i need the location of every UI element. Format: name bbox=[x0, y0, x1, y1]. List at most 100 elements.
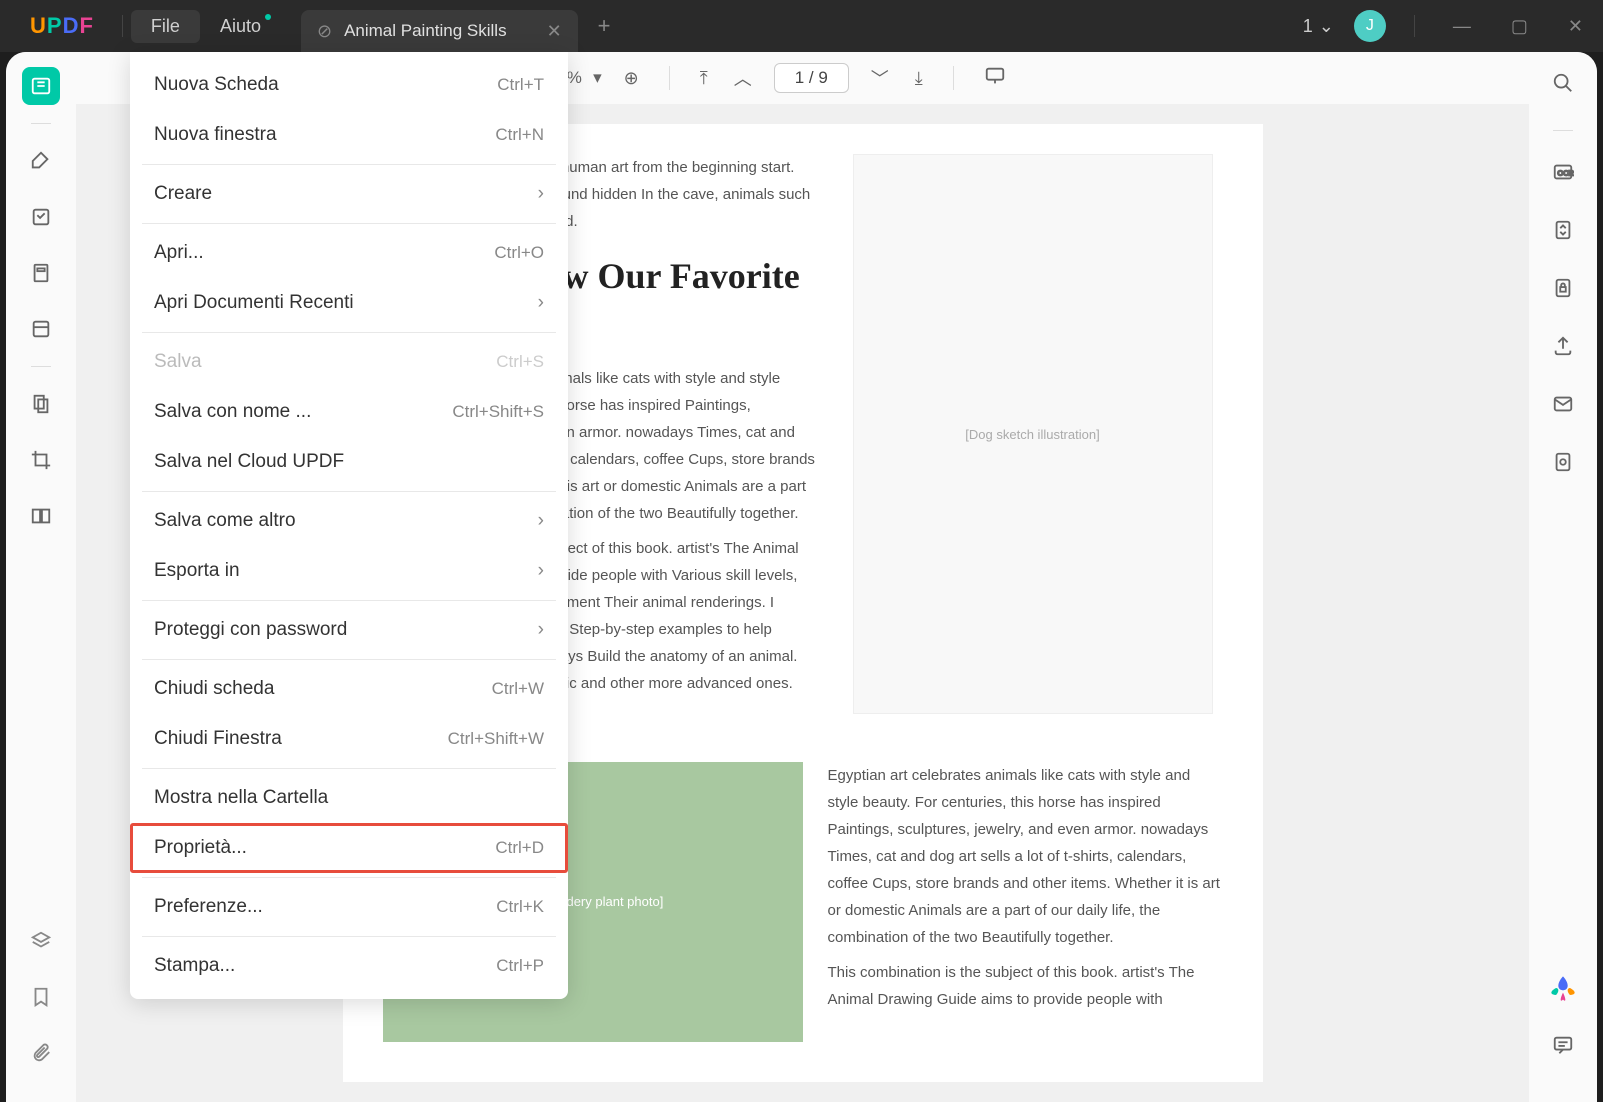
menu-item-salva-con-nome-[interactable]: Salva con nome ...Ctrl+Shift+S bbox=[130, 387, 568, 437]
prev-page-button[interactable]: ︿ bbox=[730, 61, 756, 95]
menu-item-label: Stampa... bbox=[154, 955, 235, 977]
menu-separator bbox=[142, 223, 556, 224]
separator bbox=[953, 66, 954, 90]
menu-item-label: Creare bbox=[154, 183, 212, 205]
form-tool-icon[interactable] bbox=[22, 310, 60, 348]
presentation-button[interactable] bbox=[980, 61, 1010, 96]
menu-item-esporta-in[interactable]: Esporta in› bbox=[130, 546, 568, 596]
file-menu-button[interactable]: File bbox=[131, 10, 200, 43]
menu-item-salva-come-altro[interactable]: Salva come altro › bbox=[130, 496, 568, 546]
print-icon[interactable] bbox=[1552, 451, 1574, 479]
separator bbox=[31, 123, 51, 124]
updf-ai-icon[interactable] bbox=[1549, 974, 1577, 1008]
bookmark-icon[interactable] bbox=[22, 978, 60, 1016]
layers-icon[interactable] bbox=[22, 922, 60, 960]
tab-doc-icon: ⊘ bbox=[317, 21, 332, 42]
menu-item-label: Chiudi Finestra bbox=[154, 728, 282, 750]
page-number-input[interactable]: 1 / 9 bbox=[774, 63, 849, 93]
menu-item-apri-[interactable]: Apri...Ctrl+O bbox=[130, 228, 568, 278]
attachment-icon[interactable] bbox=[22, 1034, 60, 1072]
menu-item-label: Salva nel Cloud UPDF bbox=[154, 451, 344, 473]
menu-shortcut: Ctrl+S bbox=[496, 352, 544, 372]
menu-item-mostra-nella-cartella[interactable]: Mostra nella Cartella bbox=[130, 773, 568, 823]
menu-item-salva: Salva Ctrl+S bbox=[130, 337, 568, 387]
menu-item-stampa-[interactable]: Stampa... Ctrl+P bbox=[130, 941, 568, 991]
menu-item-label: Apri Documenti Recenti bbox=[154, 292, 354, 314]
menu-item-proteggi-con-password[interactable]: Proteggi con password › bbox=[130, 605, 568, 655]
menu-item-chiudi-scheda[interactable]: Chiudi schedaCtrl+W bbox=[130, 664, 568, 714]
menu-item-salva-nel-cloud-updf[interactable]: Salva nel Cloud UPDF bbox=[130, 437, 568, 487]
menu-item-chiudi-finestra[interactable]: Chiudi FinestraCtrl+Shift+W bbox=[130, 714, 568, 764]
file-dropdown-menu: Nuova SchedaCtrl+TNuova finestraCtrl+N Cr… bbox=[130, 52, 568, 999]
chevron-down-icon: ▾ bbox=[593, 68, 602, 88]
ocr-icon[interactable]: OCR bbox=[1552, 161, 1574, 189]
chevron-right-icon: › bbox=[538, 292, 544, 314]
menu-item-apri-documenti-recenti[interactable]: Apri Documenti Recenti › bbox=[130, 278, 568, 328]
updf-logo: UPDF bbox=[30, 13, 94, 39]
menu-separator bbox=[142, 164, 556, 165]
zoom-in-button[interactable]: ⊕ bbox=[620, 64, 643, 93]
crop-tool-icon[interactable] bbox=[22, 441, 60, 479]
page-indicator[interactable]: 1 ⌄ bbox=[1303, 16, 1334, 37]
comment-tool-icon[interactable] bbox=[22, 142, 60, 180]
menu-item-preferenze-[interactable]: Preferenze...Ctrl+K bbox=[130, 882, 568, 932]
organize-tool-icon[interactable] bbox=[22, 385, 60, 423]
menu-shortcut: Ctrl+D bbox=[495, 838, 544, 858]
edit-tool-icon[interactable] bbox=[22, 198, 60, 236]
share-icon[interactable] bbox=[1552, 335, 1574, 363]
menu-separator bbox=[142, 600, 556, 601]
maximize-button[interactable]: ▢ bbox=[1501, 16, 1538, 37]
user-avatar[interactable]: J bbox=[1354, 10, 1386, 42]
dog-sketch-image: [Dog sketch illustration] bbox=[853, 154, 1213, 714]
chevron-right-icon: › bbox=[538, 510, 544, 532]
body-text-4: This combination is the subject of this … bbox=[828, 959, 1223, 1013]
chevron-right-icon: › bbox=[538, 183, 544, 205]
titlebar: UPDF File Aiuto ⊘ Animal Painting Skills… bbox=[0, 0, 1603, 52]
menu-item-label: Chiudi scheda bbox=[154, 678, 274, 700]
tab-close-icon[interactable]: ✕ bbox=[547, 21, 562, 42]
reader-mode-icon[interactable] bbox=[22, 67, 60, 105]
chevron-right-icon: › bbox=[538, 560, 544, 582]
body-text-3: Egyptian art celebrates animals like cat… bbox=[828, 762, 1223, 951]
compare-tool-icon[interactable] bbox=[22, 497, 60, 535]
protect-icon[interactable] bbox=[1552, 277, 1574, 305]
menu-item-label: Proteggi con password bbox=[154, 619, 347, 641]
menu-item-label: Nuova Scheda bbox=[154, 74, 279, 96]
last-page-button[interactable]: ⤓ bbox=[911, 64, 927, 93]
menu-shortcut: Ctrl+P bbox=[496, 956, 544, 976]
search-icon[interactable] bbox=[1552, 72, 1574, 100]
menu-item-label: Mostra nella Cartella bbox=[154, 787, 328, 809]
separator bbox=[669, 66, 670, 90]
menu-separator bbox=[142, 877, 556, 878]
separator bbox=[122, 15, 123, 37]
menu-shortcut: Ctrl+N bbox=[495, 125, 544, 145]
menu-shortcut: Ctrl+K bbox=[496, 897, 544, 917]
menu-item-propriet-[interactable]: Proprietà... Ctrl+D bbox=[130, 823, 568, 873]
close-button[interactable]: ✕ bbox=[1558, 16, 1593, 37]
document-tab[interactable]: ⊘ Animal Painting Skills ✕ bbox=[301, 10, 578, 52]
chevron-right-icon: › bbox=[538, 619, 544, 641]
menu-shortcut: Ctrl+O bbox=[494, 243, 544, 263]
tab-title: Animal Painting Skills bbox=[344, 21, 507, 41]
convert-icon[interactable] bbox=[1552, 219, 1574, 247]
menu-separator bbox=[142, 332, 556, 333]
page-tool-icon[interactable] bbox=[22, 254, 60, 292]
right-sidebar: OCR bbox=[1529, 52, 1597, 1102]
comment-panel-icon[interactable] bbox=[1552, 1034, 1574, 1062]
new-tab-button[interactable]: + bbox=[598, 13, 611, 39]
email-icon[interactable] bbox=[1552, 393, 1574, 421]
menu-item-nuova-scheda[interactable]: Nuova SchedaCtrl+T bbox=[130, 60, 568, 110]
menu-item-nuova-finestra[interactable]: Nuova finestraCtrl+N bbox=[130, 110, 568, 160]
menu-item-label: Salva come altro bbox=[154, 510, 296, 532]
next-page-button[interactable]: ﹀ bbox=[867, 61, 893, 95]
menu-separator bbox=[142, 491, 556, 492]
menu-item-label: Salva bbox=[154, 351, 202, 373]
menu-item-creare[interactable]: Creare › bbox=[130, 169, 568, 219]
minimize-button[interactable]: — bbox=[1443, 16, 1481, 37]
separator bbox=[31, 366, 51, 367]
menu-shortcut: Ctrl+Shift+S bbox=[452, 402, 544, 422]
aiuto-menu-button[interactable]: Aiuto bbox=[200, 10, 281, 43]
menu-separator bbox=[142, 936, 556, 937]
first-page-button[interactable]: ⤒ bbox=[696, 64, 712, 93]
menu-item-label: Proprietà... bbox=[154, 837, 247, 859]
